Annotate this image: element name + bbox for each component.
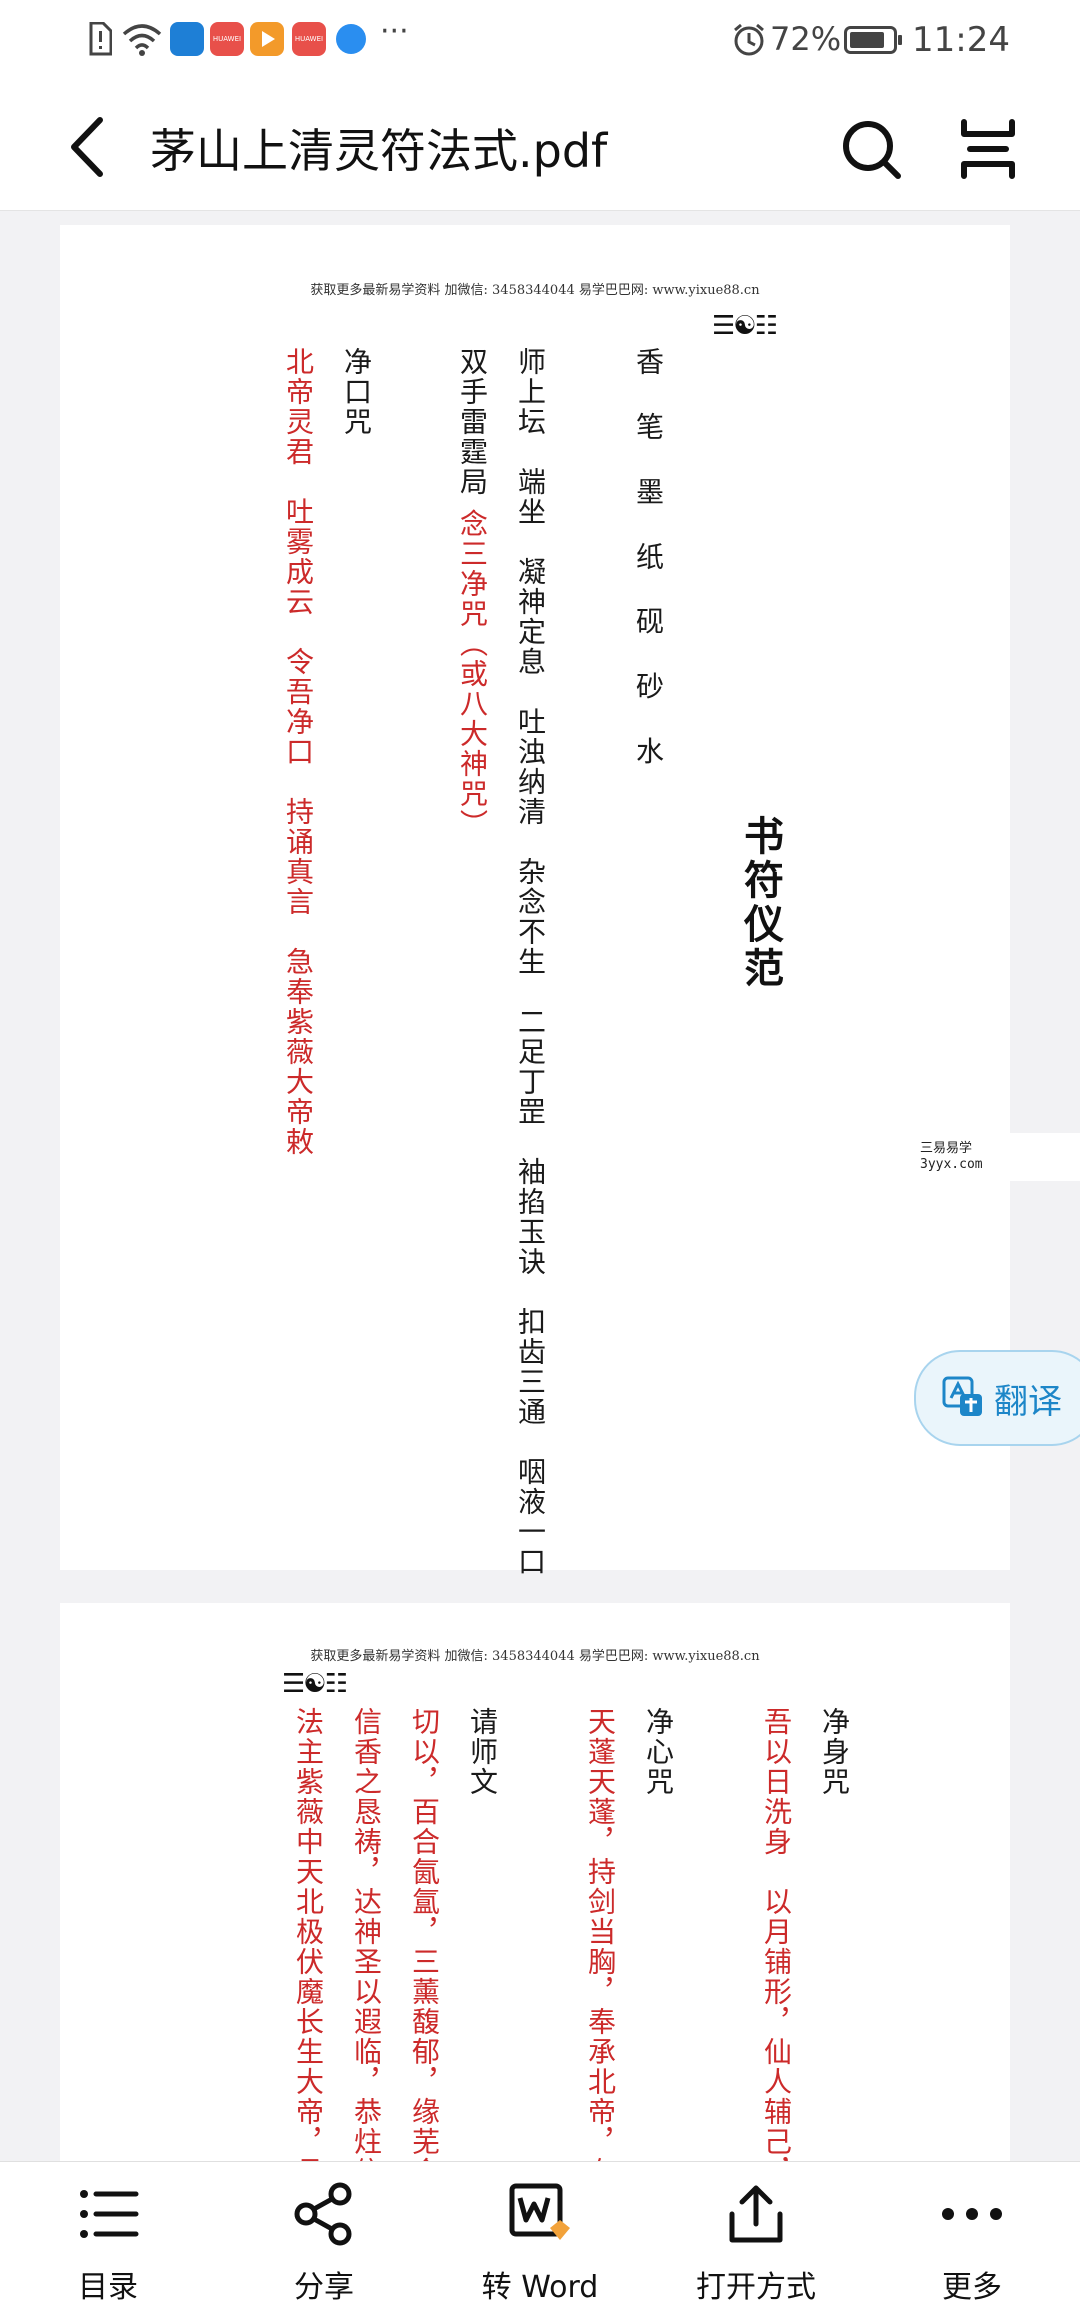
watermark-line2: 3yyx.com — [920, 1157, 983, 1172]
open-with-button[interactable]: 打开方式 — [648, 2162, 864, 2313]
heart-purify-title: 净心咒 — [642, 1707, 675, 1797]
convert-word-label: 转 Word — [481, 2270, 599, 2305]
ritual-items-column: 香 笔 墨 纸 砚 砂 水 — [632, 347, 665, 779]
toc-label: 目录 — [78, 2270, 138, 2305]
pdf-page-1: 获取更多最新易学资料 加微信: 3458344044 易学巴巴网: www.yi… — [60, 225, 1010, 1577]
wifi-icon — [122, 24, 162, 56]
chant-instruction-column: 念三净咒（或八大神咒） — [456, 509, 489, 839]
mouth-purify-text: 北帝灵君 吐雾成云 令吾净口 持诵真言 急奉紫薇大帝敕 — [282, 347, 315, 1157]
section-heading: 书符仪范 — [737, 815, 784, 991]
translate-label: 翻译 — [994, 1382, 1062, 1422]
battery-icon — [844, 26, 902, 54]
trigram-symbol: ☰☯☷ — [282, 1669, 348, 1699]
app-badge-icon: HUAWEI — [210, 22, 244, 56]
more-label: 更多 — [942, 2270, 1002, 2305]
share-icon — [294, 2182, 352, 2246]
clock-time: 11:24 — [912, 20, 1010, 60]
bottom-toolbar: 目录 分享 转 Word 打开方式 更多 — [0, 2161, 1080, 2313]
body-purify-text: 吾以日洗身 以月铺形，仙人辅己，玉 — [760, 1707, 793, 2161]
heart-purify-text: 天蓬天蓬，持剑当胸，奉承北帝，有大 — [584, 1707, 617, 2161]
battery-percent: 72% — [770, 20, 842, 58]
back-icon[interactable] — [62, 114, 112, 180]
reading-mode-icon[interactable] — [958, 118, 1018, 180]
double-hands-column: 双手雷霆局 — [456, 347, 489, 497]
pdf-viewer[interactable]: 获取更多最新易学资料 加微信: 3458344044 易学巴巴网: www.yi… — [0, 211, 1080, 2161]
invite-master-text: 切以，百合氤氲，三薰馥郁，缘芜金炉 — [408, 1707, 441, 2161]
more-notifications-icon: ··· — [380, 14, 409, 49]
app-badge-icon: HUAWEI — [292, 22, 326, 56]
ritual-steps-column: 师上坛 端坐 凝神定息 吐浊纳清 杂念不生 二足丁罡 袖掐玉诀 扣齿三通 咽液一… — [514, 347, 547, 1577]
alarm-icon — [734, 23, 764, 56]
translate-icon — [942, 1376, 982, 1416]
invite-master-text: 信香之恳祷，达神圣以遐临，恭炷信香 — [350, 1707, 383, 2161]
invite-master-text: 法主紫薇中天北极伏魔长生大帝，承天 — [292, 1707, 325, 2161]
watermark: 三易易学 3yyx.com — [860, 1133, 1080, 1181]
sim-alert-icon — [89, 22, 112, 56]
watermark-line1: 三易易学 — [920, 1141, 973, 1156]
more-icon — [942, 2208, 1002, 2220]
open-with-label: 打开方式 — [696, 2270, 816, 2305]
security-app-icon — [170, 22, 204, 56]
mouth-purify-title: 净口咒 — [340, 347, 373, 437]
page-header-note: 获取更多最新易学资料 加微信: 3458344044 易学巴巴网: www.yi… — [310, 283, 760, 298]
toc-button[interactable]: 目录 — [0, 2162, 216, 2313]
browser-icon — [336, 24, 366, 54]
list-icon — [80, 2190, 139, 2238]
trigram-symbol: ☰☯☷ — [712, 311, 778, 341]
app-bar: 茅山上清灵符法式.pdf — [0, 80, 1080, 211]
share-button[interactable]: 分享 — [216, 2162, 432, 2313]
video-app-icon — [250, 22, 284, 56]
convert-word-icon — [509, 2183, 570, 2240]
status-bar: HUAWEI HUAWEI ··· 72% 11:24 — [0, 0, 1080, 80]
translate-button[interactable]: 翻译 — [914, 1350, 1080, 1446]
pdf-page-2: 获取更多最新易学资料 加微信: 3458344044 易学巴巴网: www.yi… — [60, 1603, 1010, 2161]
document-title: 茅山上清灵符法式.pdf — [150, 124, 608, 178]
page-header-note: 获取更多最新易学资料 加微信: 3458344044 易学巴巴网: www.yi… — [310, 1649, 760, 1664]
share-label: 分享 — [294, 2270, 354, 2305]
body-purify-title: 净身咒 — [818, 1707, 851, 1797]
search-icon[interactable] — [838, 116, 904, 182]
more-button[interactable]: 更多 — [864, 2162, 1080, 2313]
open-with-icon — [729, 2185, 783, 2243]
invite-master-title: 请师文 — [466, 1707, 499, 1797]
convert-word-button[interactable]: 转 Word — [432, 2162, 648, 2313]
